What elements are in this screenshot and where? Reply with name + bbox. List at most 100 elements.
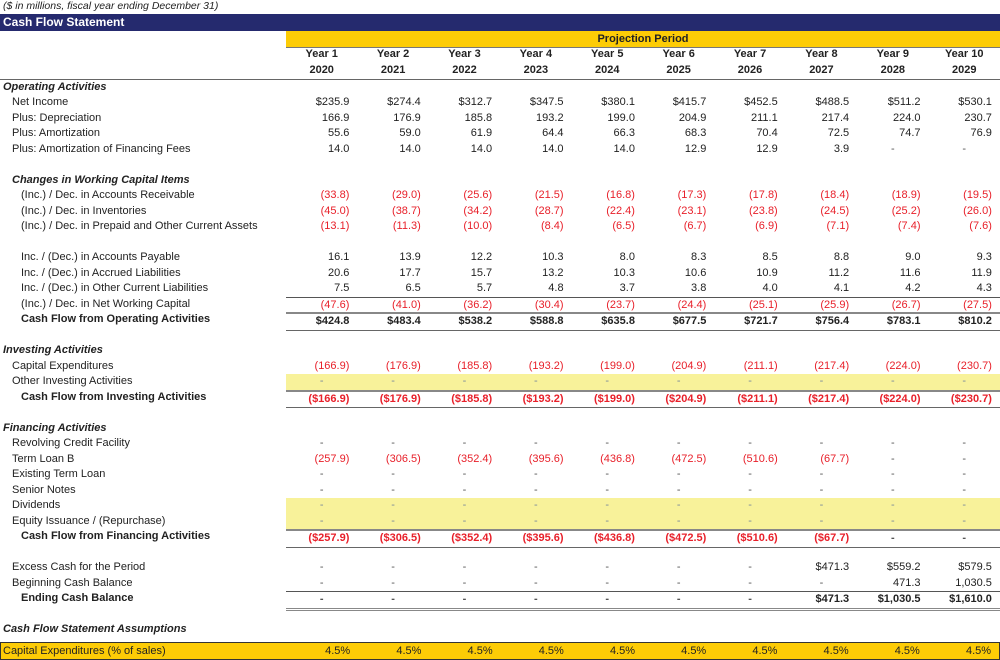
value-cell: - (462, 483, 467, 496)
value-cell: (23.8) (748, 204, 778, 217)
value-cell: (38.7) (392, 204, 421, 217)
value-cell: (6.9) (755, 220, 778, 232)
value-cell: 72.5 (827, 127, 850, 139)
value-cell[interactable]: - (286, 498, 357, 514)
fiscal-year: 2026 (737, 63, 763, 76)
value-cell: (17.3) (677, 189, 707, 201)
row-label: Senior Notes (12, 483, 76, 496)
value-cell: 7.5 (334, 282, 350, 294)
row-label: Capital Expenditures (12, 359, 114, 372)
value-cell: (306.5) (385, 452, 421, 465)
value-cell[interactable]: - (857, 498, 928, 514)
year-label: Year 1 (305, 48, 338, 60)
value-cell[interactable]: - (857, 514, 928, 530)
value-cell[interactable]: - (286, 514, 357, 530)
value-cell: (30.4) (534, 298, 564, 311)
row-label: Other Investing Activities (12, 375, 133, 387)
value-cell: - (534, 561, 538, 573)
value-cell[interactable]: - (500, 374, 571, 390)
value-cell[interactable]: - (643, 498, 714, 514)
assumption-value[interactable]: 4.5% (928, 643, 999, 659)
value-cell[interactable]: - (572, 374, 643, 390)
row-values: (47.6) (41.0) (36.2) (30.4) (23.7) (24.4) (25.… (286, 296, 1000, 314)
year-label: Year 8 (805, 48, 838, 60)
row-label: Plus: Amortization of Financing Fees (12, 142, 191, 155)
value-cell[interactable]: - (572, 514, 643, 530)
assumption-value[interactable]: 4.5% (785, 643, 856, 659)
value-cell: $471.3 (815, 561, 850, 573)
value-cell: (166.9) (314, 359, 350, 372)
value-cell[interactable]: - (929, 514, 1000, 530)
table-row: Revolving Credit Facility - - - - - - - - - - (0, 436, 1000, 452)
value-cell: (18.9) (891, 189, 921, 201)
table-row: (Inc.) / Dec. in Inventories (45.0) (38.7)… (0, 204, 1000, 220)
assumption-value[interactable]: 4.5% (501, 643, 572, 659)
value-cell[interactable]: - (714, 514, 785, 530)
value-cell[interactable]: - (286, 374, 357, 390)
value-cell[interactable]: - (786, 514, 857, 530)
value-cell: 11.9 (971, 266, 992, 279)
value-cell: - (890, 483, 895, 496)
table-row: Equity Issuance / (Repurchase) - - - - - - - - - - (0, 513, 1000, 531)
value-cell: 9.3 (976, 251, 992, 263)
projection-header-row: Projection Period (0, 31, 1000, 48)
value-cell: 8.3 (691, 251, 707, 263)
row-values: (33.8) (29.0) (25.6) (21.5) (16.8) (17.3) (17.… (286, 188, 1000, 204)
value-cell[interactable]: - (929, 374, 1000, 390)
assumption-value[interactable]: 4.5% (429, 643, 500, 659)
assumption-row-capex[interactable]: Capital Expenditures (% of sales) 4.5% 4.… (0, 642, 1000, 660)
section-label: Financing Activities (3, 421, 107, 434)
value-cell: 13.2 (542, 266, 564, 279)
assumption-value[interactable]: 4.5% (572, 643, 643, 659)
value-cell[interactable]: - (572, 498, 643, 514)
value-cell: - (462, 561, 467, 573)
value-cell: 20.6 (327, 266, 350, 279)
table-row: (Inc.) / Dec. in Prepaid and Other Curre… (0, 219, 1000, 235)
value-cell[interactable]: - (357, 498, 428, 514)
value-cell: (8.4) (540, 220, 564, 232)
value-cell: (41.0) (392, 298, 421, 311)
value-cell: - (819, 437, 824, 449)
value-cell: (185.8) (457, 359, 493, 372)
value-cell[interactable]: - (429, 498, 500, 514)
value-cell[interactable]: - (357, 514, 428, 530)
value-cell: $1,610.0 (949, 593, 992, 605)
value-cell: 8.8 (833, 251, 850, 263)
value-cell: $347.5 (529, 96, 564, 108)
value-cell[interactable]: - (357, 374, 428, 390)
assumption-value[interactable]: 4.5% (857, 643, 928, 659)
value-cell[interactable]: - (929, 498, 1000, 514)
value-cell: - (605, 576, 610, 589)
value-cell[interactable]: - (643, 374, 714, 390)
value-cell: (19.5) (963, 189, 992, 201)
row-values: $235.9 $274.4 $312.7 $347.5 $380.1 $415.7 $452… (286, 95, 1000, 111)
value-cell: $579.5 (958, 561, 992, 573)
value-cell[interactable]: - (857, 374, 928, 390)
value-cell[interactable]: - (500, 514, 571, 530)
value-cell: - (462, 576, 467, 589)
value-cell: 199.0 (607, 111, 635, 124)
value-cell[interactable]: - (786, 498, 857, 514)
value-cell[interactable]: - (500, 498, 571, 514)
table-row: Existing Term Loan - - - - - - - - - - (0, 467, 1000, 483)
value-cell: (27.5) (963, 298, 992, 311)
value-cell[interactable]: - (714, 374, 785, 390)
value-cell: (24.4) (677, 298, 707, 311)
value-cell: 14.0 (327, 142, 350, 155)
row-values: (45.0) (38.7) (34.2) (28.7) (22.4) (23.1) (23.… (286, 204, 1000, 220)
assumption-value[interactable]: 4.5% (714, 643, 785, 659)
value-cell[interactable]: - (643, 514, 714, 530)
value-cell[interactable]: - (429, 514, 500, 530)
value-cell: 61.9 (470, 127, 493, 139)
assumption-value[interactable]: 4.5% (643, 643, 714, 659)
value-cell: 12.9 (684, 142, 707, 155)
value-cell[interactable]: - (714, 498, 785, 514)
row-values: 20.6 17.7 15.7 13.2 10.3 10.6 10.9 11.2 11.6 11.9 (286, 266, 1000, 282)
assumption-value[interactable]: 4.5% (358, 643, 429, 659)
value-cell[interactable]: - (429, 374, 500, 390)
assumption-value[interactable]: 4.5% (287, 643, 358, 659)
value-cell[interactable]: - (786, 374, 857, 390)
